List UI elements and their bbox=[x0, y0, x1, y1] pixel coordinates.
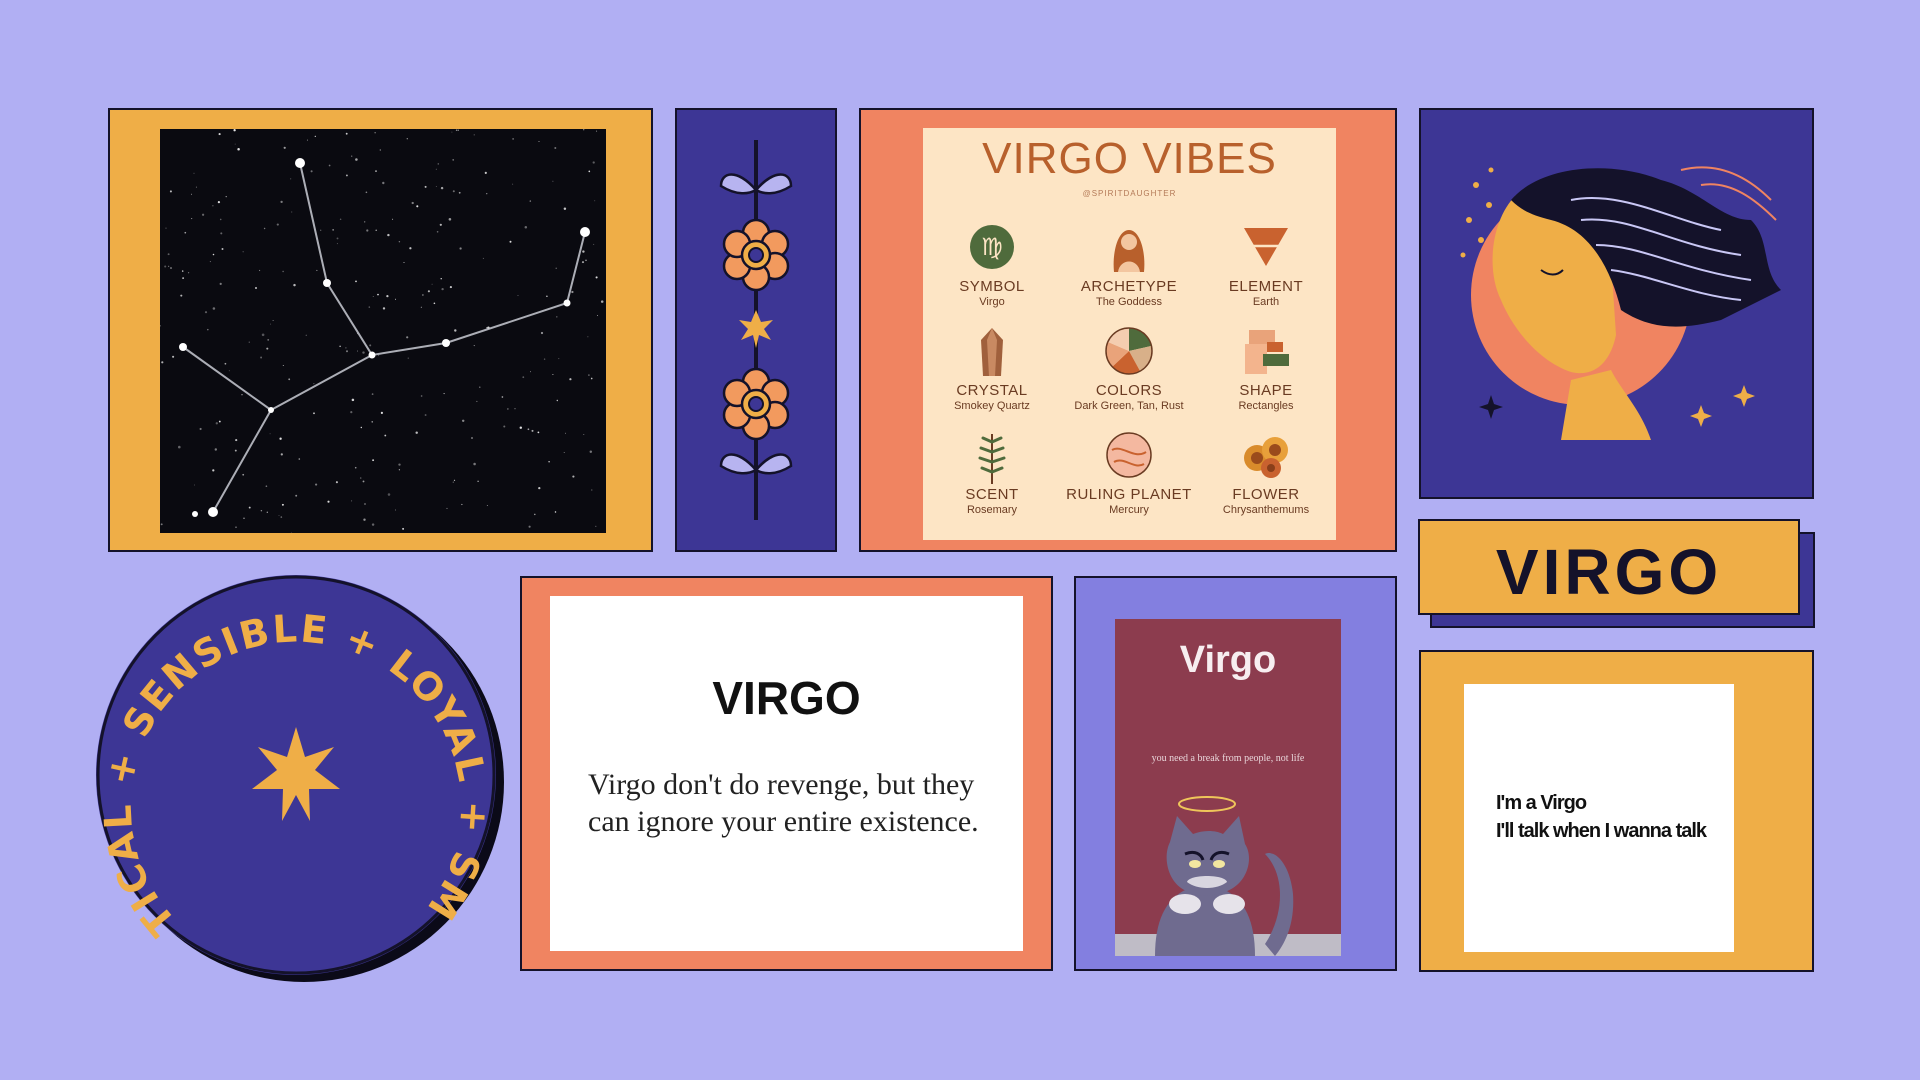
rectangles-icon bbox=[1245, 330, 1289, 374]
poster-card: Virgo you need a break from people, not … bbox=[1115, 619, 1341, 956]
cat-poster-panel: Virgo you need a break from people, not … bbox=[1074, 576, 1397, 971]
vibe-label: CRYSTAL bbox=[956, 382, 1028, 399]
crystal-icon bbox=[981, 328, 1003, 376]
quote-text: Virgo don't do revenge, but they can ign… bbox=[588, 768, 979, 838]
quote-title: VIRGO bbox=[712, 672, 861, 724]
svg-text:♍: ♍ bbox=[981, 233, 1003, 261]
mercury-planet-icon bbox=[1106, 432, 1152, 478]
quote-panel-revenge: VIRGO Virgo don't do revenge, but they c… bbox=[520, 576, 1053, 971]
vibe-label: SHAPE bbox=[1239, 382, 1293, 399]
virgo-vibes-panel: VIRGO VIBES @SPIRITDAUGHTER ♍ SYMBOL Vir… bbox=[859, 108, 1397, 552]
flower-stem-icon bbox=[719, 140, 793, 520]
vibe-shape: SHAPE Rectangles bbox=[1197, 320, 1335, 430]
vibe-label: RULING PLANET bbox=[1066, 486, 1192, 503]
earth-triangle-icon bbox=[1244, 228, 1288, 266]
vibe-value: Rectangles bbox=[1238, 400, 1294, 412]
vibe-flower: FLOWER Chrysanthemums bbox=[1197, 424, 1335, 534]
poster-title: Virgo bbox=[1179, 639, 1277, 681]
cat-illustration bbox=[1115, 796, 1341, 956]
vibe-symbol: ♍ SYMBOL Virgo bbox=[923, 216, 1061, 326]
star-icon bbox=[252, 727, 340, 821]
quote-card: VIRGO Virgo don't do revenge, but they c… bbox=[550, 596, 1023, 951]
color-wheel-icon bbox=[1105, 327, 1153, 375]
traits-badge: PRACTICAL + SENSIBLE + LOYAL + SMART + bbox=[96, 575, 496, 975]
vibe-colors: COLORS Dark Green, Tan, Rust bbox=[1060, 320, 1198, 430]
vibe-label: SYMBOL bbox=[959, 278, 1025, 295]
vibe-value: Smokey Quartz bbox=[954, 400, 1030, 412]
vibe-value: Virgo bbox=[979, 296, 1005, 308]
virgo-constellation-image bbox=[160, 129, 606, 533]
quote-card: I'm a Virgo I'll talk when I wanna talk bbox=[1464, 684, 1734, 952]
vibe-value: Dark Green, Tan, Rust bbox=[1074, 400, 1184, 412]
quote-panel-talk: I'm a Virgo I'll talk when I wanna talk bbox=[1419, 650, 1814, 972]
rosemary-icon bbox=[978, 434, 1006, 484]
quote-line-1: I'm a Virgo bbox=[1496, 792, 1587, 814]
virgo-symbol-icon: ♍ bbox=[970, 225, 1014, 269]
chrysanthemum-icon bbox=[1244, 437, 1288, 478]
banner-title: VIRGO bbox=[1495, 536, 1723, 608]
flower-strip-panel bbox=[675, 108, 837, 552]
vibe-element: ELEMENT Earth bbox=[1197, 216, 1335, 326]
vibe-value: Rosemary bbox=[966, 504, 1018, 516]
vibe-label: ELEMENT bbox=[1228, 278, 1304, 295]
vibe-crystal: CRYSTAL Smokey Quartz bbox=[923, 320, 1061, 430]
virgo-banner: VIRGO bbox=[1418, 519, 1800, 615]
vibe-label: ARCHETYPE bbox=[1080, 278, 1178, 295]
vibe-label: SCENT bbox=[965, 486, 1019, 503]
vibe-scent: SCENT Rosemary bbox=[923, 424, 1061, 534]
vibe-label: COLORS bbox=[1095, 382, 1163, 399]
vibe-ruling-planet: RULING PLANET Mercury bbox=[1060, 424, 1198, 534]
vibe-value: Chrysanthemums bbox=[1222, 504, 1310, 516]
vibes-title: VIRGO VIBES bbox=[982, 134, 1277, 183]
woman-profile-illustration bbox=[1460, 166, 1781, 440]
poster-subtitle: you need a break from people, not life bbox=[1151, 753, 1305, 764]
goddess-icon bbox=[1113, 230, 1145, 272]
vibe-value: Mercury bbox=[1109, 504, 1149, 516]
traits-ring: PRACTICAL + SENSIBLE + LOYAL + SMART + bbox=[96, 575, 496, 975]
vibe-value: The Goddess bbox=[1095, 296, 1163, 308]
virgo-vibes-card: VIRGO VIBES @SPIRITDAUGHTER ♍ SYMBOL Vir… bbox=[923, 128, 1336, 540]
quote-line-2: I'll talk when I wanna talk bbox=[1496, 820, 1707, 842]
constellation-panel bbox=[108, 108, 653, 552]
vibe-label: FLOWER bbox=[1232, 486, 1300, 503]
vibe-archetype: ARCHETYPE The Goddess bbox=[1060, 216, 1198, 326]
vibe-value: Earth bbox=[1252, 296, 1280, 308]
woman-illustration-panel bbox=[1419, 108, 1814, 499]
vibes-handle: @SPIRITDAUGHTER bbox=[1082, 189, 1177, 198]
